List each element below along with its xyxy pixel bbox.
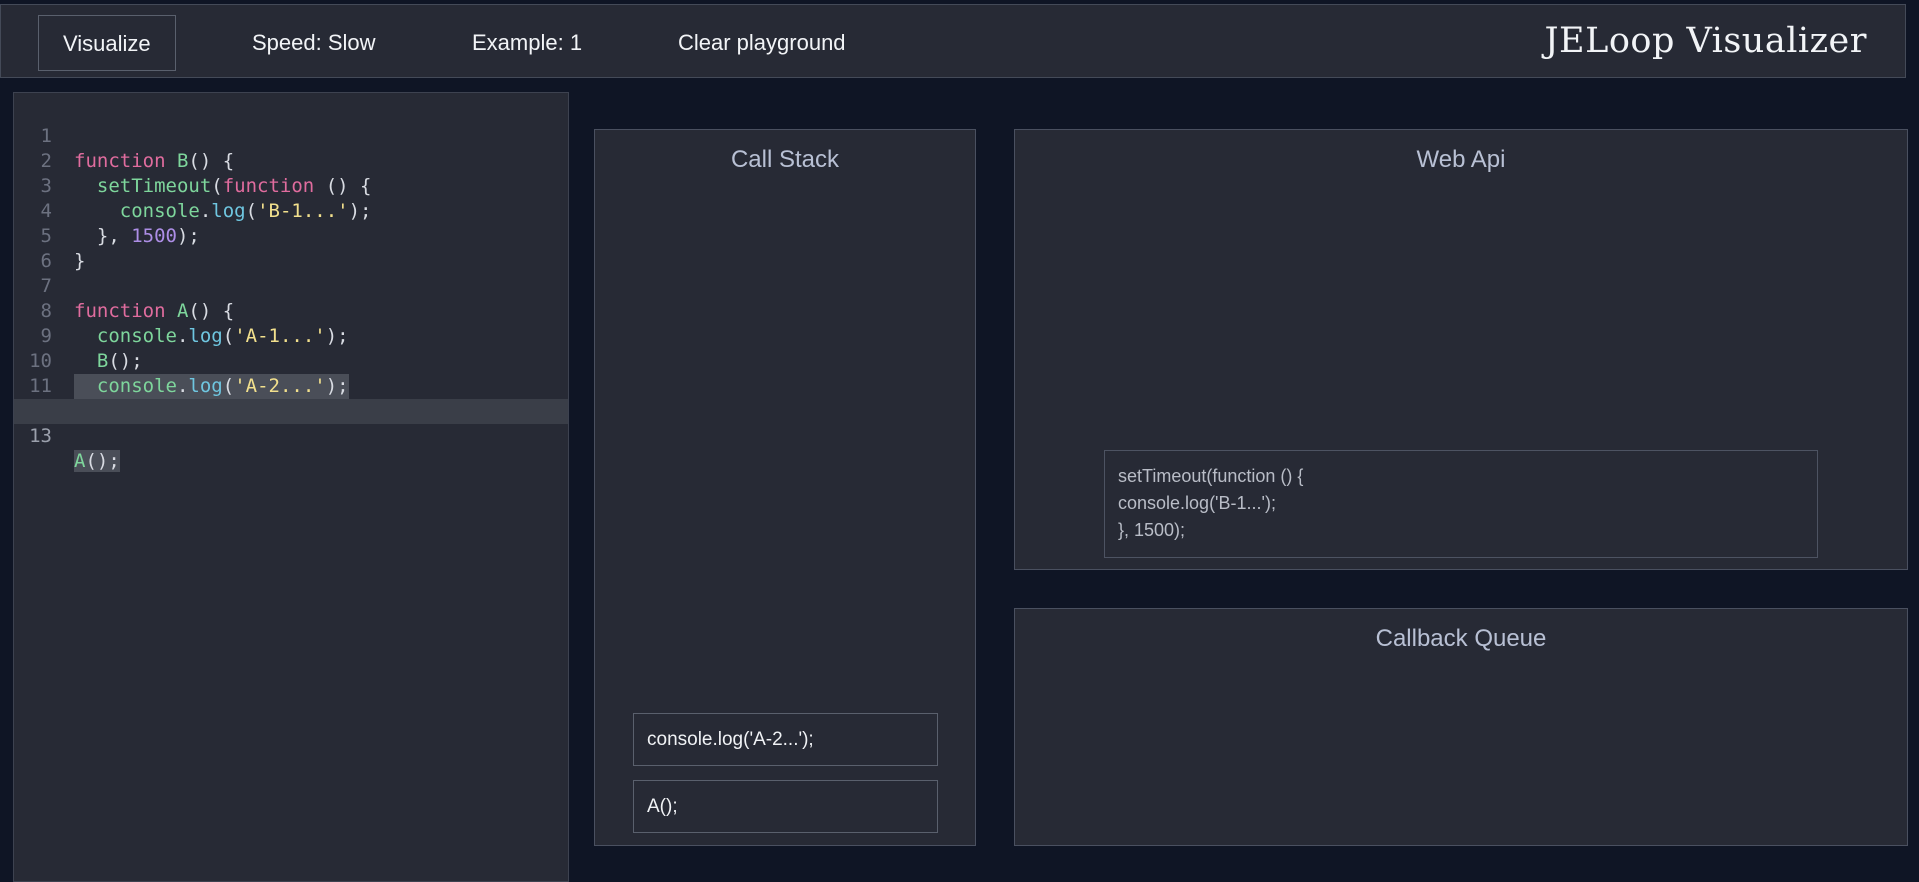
web-api-panel: Web Api setTimeout(function () { console… xyxy=(1014,129,1908,570)
code-line[interactable]: 4 }, 1500); xyxy=(14,174,568,247)
toolbar: Visualize Speed: Slow Example: 1 Clear p… xyxy=(0,4,1906,78)
web-api-title: Web Api xyxy=(1416,146,1506,173)
code-line[interactable]: 10 console.log('A-2...'); xyxy=(14,324,568,399)
code-line[interactable]: 2 setTimeout(function () { xyxy=(14,124,568,197)
code-editor[interactable]: 1 function B() { 2 setTimeout(function (… xyxy=(13,92,569,882)
web-api-item: setTimeout(function () { console.log('B-… xyxy=(1104,450,1818,558)
call-stack-frame: console.log('A-2...'); xyxy=(633,713,938,766)
code-line-active[interactable]: 13 A(); xyxy=(14,399,568,472)
web-api-item-line: console.log('B-1...'); xyxy=(1118,493,1276,513)
call-stack-panel: Call Stack console.log('A-2...'); A(); xyxy=(594,129,976,846)
speed-button[interactable]: Speed: Slow xyxy=(252,15,376,71)
code-line[interactable]: 6 xyxy=(14,224,568,272)
code-line[interactable]: 9 B(); xyxy=(14,299,568,372)
clear-playground-button[interactable]: Clear playground xyxy=(678,15,846,71)
web-api-item-line: }, 1500); xyxy=(1118,520,1186,540)
code-line[interactable]: 11 } xyxy=(14,349,568,422)
call-stack-frame: A(); xyxy=(633,780,938,833)
call-stack-title: Call Stack xyxy=(730,146,840,173)
code-line[interactable]: 12 xyxy=(14,374,568,422)
line-number: 13 xyxy=(29,425,52,447)
callback-queue-panel: Callback Queue xyxy=(1014,608,1908,846)
code-line[interactable]: 5 } xyxy=(14,199,568,272)
code-line[interactable]: 8 console.log('A-1...'); xyxy=(14,274,568,347)
web-api-item-line: setTimeout(function () { xyxy=(1118,466,1304,486)
app-title: JELoop Visualizer xyxy=(1544,21,1867,61)
visualize-button[interactable]: Visualize xyxy=(38,15,176,71)
code-line[interactable]: 7 function A() { xyxy=(14,249,568,322)
example-button[interactable]: Example: 1 xyxy=(472,15,582,71)
callback-queue-title: Callback Queue xyxy=(1375,625,1547,652)
code-line[interactable]: 3 console.log('B-1...'); xyxy=(14,149,568,222)
code-line[interactable]: 1 function B() { xyxy=(14,99,568,172)
code-text: A(); xyxy=(74,450,120,472)
